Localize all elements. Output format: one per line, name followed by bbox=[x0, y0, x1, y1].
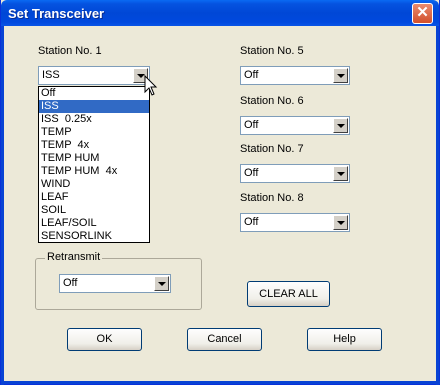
station-8-label: Station No. 8 bbox=[240, 192, 304, 204]
chevron-down-icon[interactable] bbox=[333, 118, 348, 133]
dropdown-option-iss[interactable]: ISS bbox=[39, 100, 149, 113]
title-bar[interactable]: Set Transceiver ✕ bbox=[1, 0, 439, 26]
chevron-down-icon[interactable] bbox=[333, 166, 348, 181]
station-5-value: Off bbox=[244, 69, 259, 81]
window-frame-right bbox=[436, 26, 439, 385]
cancel-button[interactable]: Cancel bbox=[187, 328, 262, 351]
window-frame-bottom bbox=[1, 381, 440, 384]
station-7-label: Station No. 7 bbox=[240, 143, 304, 155]
dropdown-option-off[interactable]: Off bbox=[39, 87, 149, 100]
dropdown-option-temp[interactable]: TEMP bbox=[39, 126, 149, 139]
dropdown-option-temp-4x[interactable]: TEMP 4x bbox=[39, 139, 149, 152]
ok-button[interactable]: OK bbox=[67, 328, 142, 351]
station-8-value: Off bbox=[244, 216, 259, 228]
window-title: Set Transceiver bbox=[8, 6, 105, 21]
station-1-value: ISS bbox=[42, 69, 60, 81]
close-icon: ✕ bbox=[416, 4, 429, 21]
dropdown-option-leaf-soil[interactable]: LEAF/SOIL bbox=[39, 217, 149, 230]
dropdown-option-leaf[interactable]: LEAF bbox=[39, 191, 149, 204]
dropdown-option-temp-hum-4x[interactable]: TEMP HUM 4x bbox=[39, 165, 149, 178]
station-1-select[interactable]: ISS bbox=[38, 66, 150, 85]
chevron-down-icon[interactable] bbox=[154, 276, 169, 291]
mouse-cursor-icon bbox=[144, 75, 158, 96]
station-6-label: Station No. 6 bbox=[240, 95, 304, 107]
dropdown-option-temp-hum[interactable]: TEMP HUM bbox=[39, 152, 149, 165]
station-5-select[interactable]: Off bbox=[240, 66, 350, 85]
station-6-value: Off bbox=[244, 119, 259, 131]
station-8-select[interactable]: Off bbox=[240, 213, 350, 232]
window-frame-left bbox=[1, 26, 4, 385]
clear-all-button[interactable]: CLEAR ALL bbox=[247, 281, 330, 307]
dropdown-option-sensorlink[interactable]: SENSORLINK bbox=[39, 230, 149, 243]
help-button[interactable]: Help bbox=[307, 328, 382, 351]
chevron-down-icon[interactable] bbox=[333, 68, 348, 83]
station-1-label: Station No. 1 bbox=[38, 45, 102, 57]
retransmit-select[interactable]: Off bbox=[59, 274, 171, 293]
station-7-value: Off bbox=[244, 167, 259, 179]
dropdown-option-soil[interactable]: SOIL bbox=[39, 204, 149, 217]
dialog-window: Set Transceiver ✕ Station No. 1 ISS Off … bbox=[0, 0, 440, 385]
chevron-down-icon[interactable] bbox=[333, 215, 348, 230]
station-1-dropdown-list[interactable]: Off ISS ISS 0.25x TEMP TEMP 4x TEMP HUM … bbox=[38, 86, 150, 243]
retransmit-label: Retransmit bbox=[45, 251, 103, 263]
station-6-select[interactable]: Off bbox=[240, 116, 350, 135]
station-7-select[interactable]: Off bbox=[240, 164, 350, 183]
dropdown-option-wind[interactable]: WIND bbox=[39, 178, 149, 191]
station-5-label: Station No. 5 bbox=[240, 45, 304, 57]
dropdown-option-iss-025x[interactable]: ISS 0.25x bbox=[39, 113, 149, 126]
close-button[interactable]: ✕ bbox=[412, 3, 433, 24]
retransmit-value: Off bbox=[63, 277, 78, 289]
